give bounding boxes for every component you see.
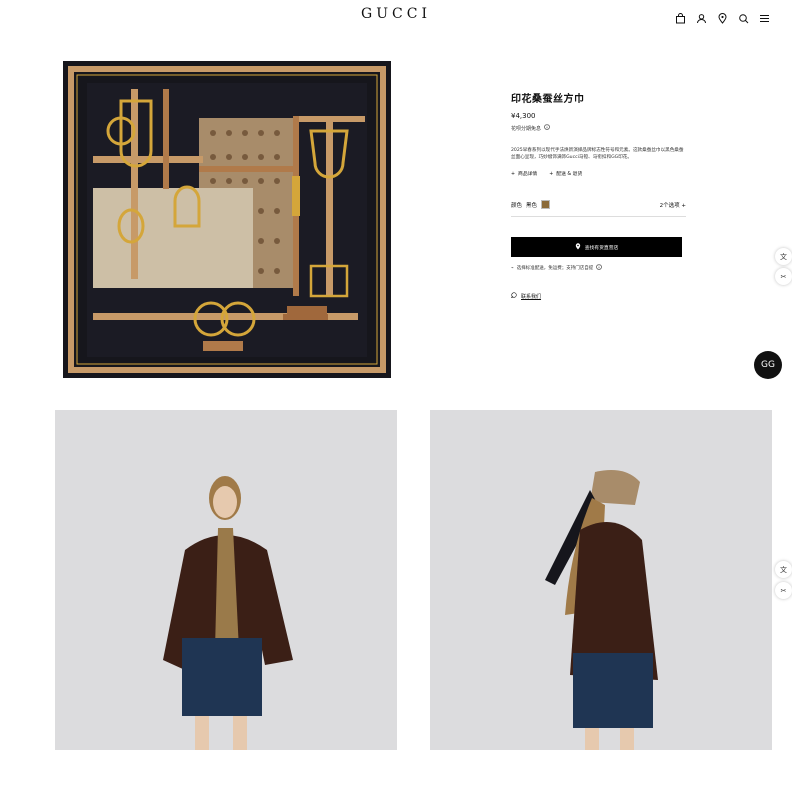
translate-tool-icon[interactable]: 文	[775, 248, 792, 265]
model-image-front[interactable]	[55, 410, 397, 750]
translate-tool-icon-lower[interactable]: 文	[775, 561, 792, 578]
plus-icon: +	[549, 172, 554, 177]
search-icon[interactable]	[738, 9, 749, 24]
brand-logo[interactable]: GUCCI	[0, 6, 792, 22]
scarf-illustration	[63, 61, 391, 378]
plus-icon: +	[681, 202, 686, 209]
details-link-label: 商品详情	[518, 172, 538, 177]
screenshot-tool-icon-lower[interactable]: ✂	[775, 582, 792, 599]
contact-us-link[interactable]: 联系我们	[510, 292, 686, 300]
delivery-icon: ⌁	[511, 265, 514, 271]
header-icon-group	[675, 9, 770, 24]
model-image-back[interactable]	[430, 410, 772, 750]
location-pin-icon	[575, 242, 581, 252]
product-description: 2025早春系列以现代手法焕新演绎品牌标志性符号和元素。这款桑蚕丝巾以黑色桑蚕丝…	[511, 148, 684, 160]
info-icon[interactable]	[596, 264, 603, 272]
plus-icon: +	[511, 172, 516, 177]
location-icon[interactable]	[717, 9, 728, 24]
color-label: 颜色	[511, 202, 523, 209]
product-links: + 商品详情 + 配送 & 退货	[511, 170, 686, 177]
shipping-returns-link[interactable]: + 配送 & 退货	[549, 170, 582, 177]
find-store-button[interactable]: 查找有货直营店	[511, 237, 682, 257]
gg-chat-icon: GG	[761, 360, 775, 370]
details-link[interactable]: + 商品详情	[511, 170, 537, 177]
bag-icon[interactable]	[675, 9, 686, 24]
installment-row: 花呗分期免息	[511, 124, 686, 132]
color-swatch[interactable]	[541, 200, 551, 209]
product-title: 印花桑蚕丝方巾	[511, 94, 585, 105]
top-nav-bar: GUCCI	[0, 0, 792, 30]
shipping-returns-label: 配送 & 退货	[556, 172, 583, 177]
chat-button[interactable]: GG	[754, 351, 782, 379]
product-info-panel: 印花桑蚕丝方巾 ¥4,300 花呗分期免息 2025早春系列以现代手法焕新演绎品…	[510, 90, 686, 300]
info-icon[interactable]	[544, 124, 550, 132]
options-toggle[interactable]: 2个选项 +	[660, 201, 686, 209]
divider	[511, 216, 686, 217]
product-image-scarf[interactable]	[63, 61, 391, 378]
user-icon[interactable]	[696, 9, 707, 24]
color-value: 黑色	[526, 202, 538, 209]
options-count: 2个选项	[659, 202, 680, 209]
model-back-illustration	[430, 410, 772, 750]
product-price: ¥4,300	[511, 112, 536, 120]
color-selector[interactable]: 颜色 黑色 2个选项 +	[511, 200, 686, 209]
shipping-note: ⌁ 选择标准配送，免运费；支持门店自提	[511, 264, 686, 272]
contact-us-label: 联系我们	[521, 293, 542, 300]
model-front-illustration	[55, 410, 397, 750]
shipping-text: 选择标准配送，免运费；支持门店自提	[516, 266, 594, 271]
menu-icon[interactable]	[759, 9, 770, 22]
find-store-label: 查找有货直营店	[584, 245, 619, 251]
installment-text: 花呗分期免息	[511, 125, 542, 132]
color-current: 颜色 黑色	[511, 200, 551, 209]
chat-bubble-icon	[510, 292, 517, 300]
screenshot-tool-icon[interactable]: ✂	[775, 268, 792, 285]
